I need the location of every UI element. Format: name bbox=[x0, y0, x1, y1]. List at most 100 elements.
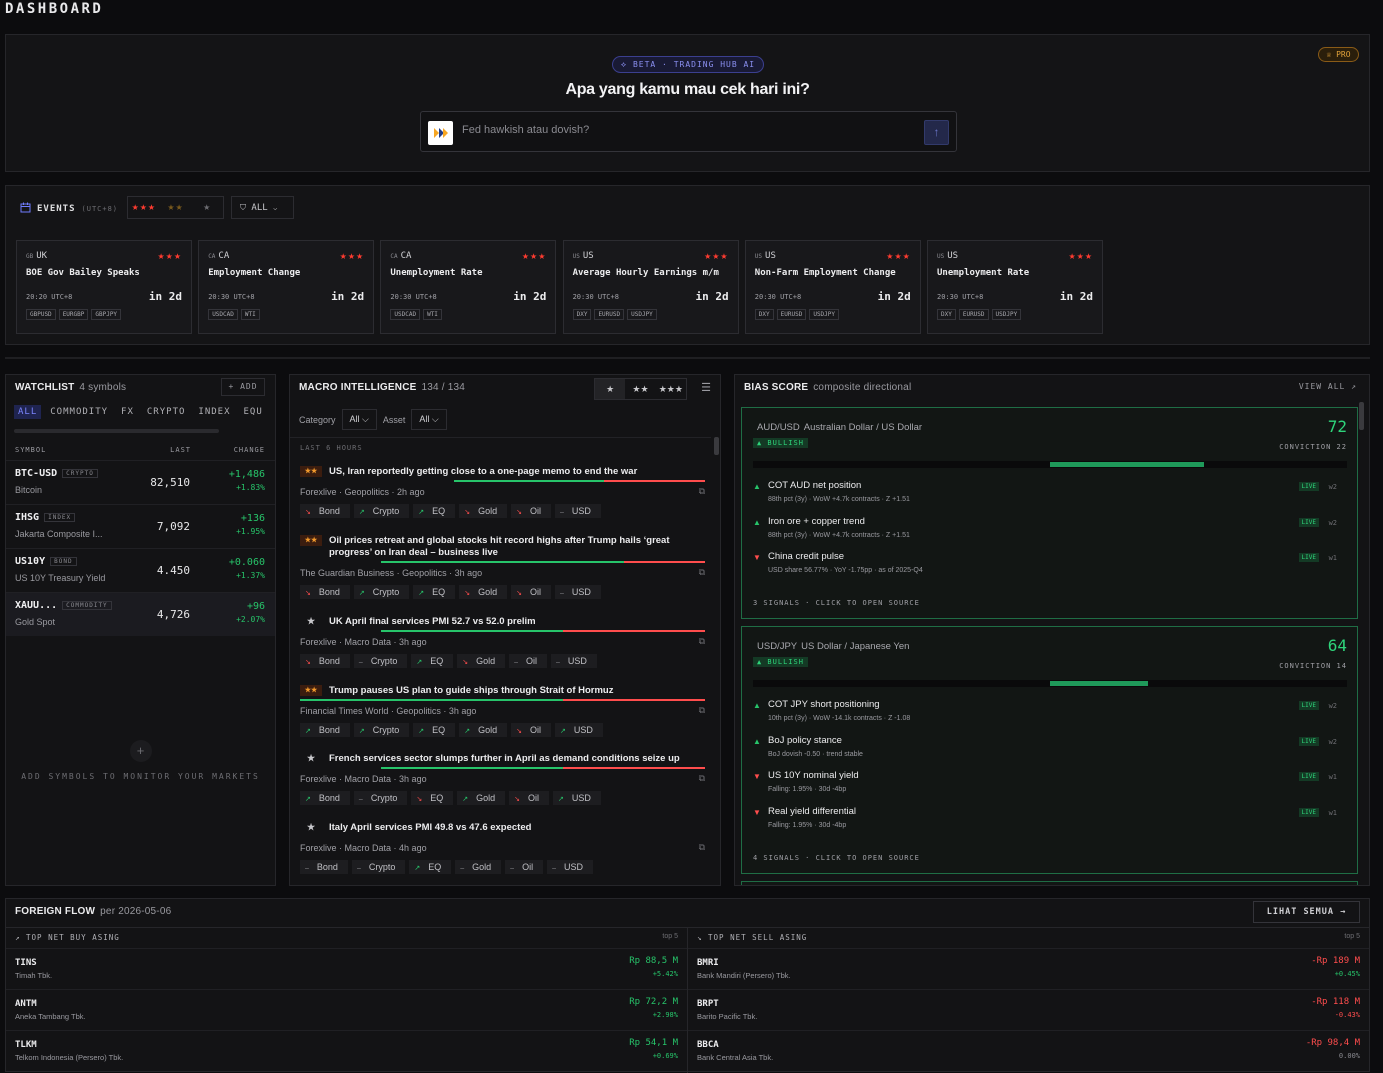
external-link-icon[interactable]: ⧉ bbox=[699, 567, 705, 578]
macro-filter-2-star[interactable]: ★★ bbox=[625, 379, 655, 399]
tab-all[interactable]: ALL bbox=[14, 405, 42, 419]
tab-crypto[interactable]: CRYPTO bbox=[143, 405, 190, 419]
event-card[interactable]: GB UK ★★★ BOE Gov Bailey Speaks 20:20 UTC+8 i… bbox=[16, 240, 192, 334]
impact-chip-crypto[interactable]: – Crypto bbox=[351, 860, 406, 874]
tab-fx[interactable]: FX bbox=[117, 405, 138, 419]
see-all-button[interactable]: LIHAT SEMUA → bbox=[1253, 901, 1360, 923]
asset-tag[interactable]: DXY bbox=[937, 309, 956, 320]
asset-dropdown[interactable]: All ⌵ bbox=[411, 409, 447, 430]
asset-tag[interactable]: EURUSD bbox=[776, 309, 807, 320]
ai-ask-box[interactable]: Fed hawkish atau dovish? ↑ bbox=[420, 111, 957, 152]
events-all-dropdown[interactable]: ⛉ ALL ⌵ bbox=[231, 196, 294, 219]
event-card[interactable]: US US ★★★ Non-Farm Employment Change 20:30 U… bbox=[744, 240, 921, 334]
impact-chip-eq[interactable]: ↗ EQ bbox=[413, 585, 456, 599]
external-link-icon[interactable]: ⧉ bbox=[699, 773, 705, 784]
macro-filter-3-star[interactable]: ★★★ bbox=[656, 379, 686, 399]
asset-tag[interactable]: USDCAD bbox=[390, 309, 421, 320]
external-link-icon[interactable]: ⧉ bbox=[699, 486, 705, 497]
external-link-icon[interactable]: ⧉ bbox=[699, 636, 705, 647]
bias-card[interactable]: AUD/USD Australian Dollar / US Dollar ▲ BU… bbox=[741, 407, 1358, 619]
asset-tag[interactable]: USDJPY bbox=[809, 309, 840, 320]
asset-tag[interactable]: GBPJPY bbox=[91, 309, 122, 320]
asset-tag[interactable]: EURUSD bbox=[958, 309, 989, 320]
impact-chip-bond[interactable]: – Bond bbox=[300, 860, 348, 874]
impact-chip-eq[interactable]: ↗ EQ bbox=[413, 504, 456, 518]
flow-row[interactable]: ANTM Aneka Tambang Tbk. Rp 72,2 M +2.98% bbox=[6, 989, 687, 1030]
event-card[interactable]: US US ★★★ Unemployment Rate 20:30 UTC+8 in 2d… bbox=[927, 240, 1103, 334]
impact-chip-gold[interactable]: ↗ Gold bbox=[459, 723, 508, 737]
tab-commodity[interactable]: COMMODITY bbox=[46, 405, 112, 419]
asset-tag[interactable]: EURUSD bbox=[594, 309, 625, 320]
impact-chip-bond[interactable]: ↘ Bond bbox=[300, 585, 350, 599]
impact-chip-usd[interactable]: ↗ USD bbox=[552, 791, 601, 805]
asset-tag[interactable]: DXY bbox=[572, 309, 592, 320]
impact-chip-oil[interactable]: ↘ Oil bbox=[509, 791, 549, 805]
asset-tag[interactable]: USDJPY bbox=[991, 309, 1022, 320]
bias-card[interactable] bbox=[741, 881, 1358, 885]
tabs-scrollbar[interactable] bbox=[14, 429, 219, 433]
impact-chip-crypto[interactable]: – Crypto bbox=[353, 791, 408, 805]
impact-chip-gold[interactable]: – Gold bbox=[455, 860, 502, 874]
event-card[interactable]: US US ★★★ Average Hourly Earnings m/m 20:30 … bbox=[562, 240, 739, 334]
external-link-icon[interactable]: ⧉ bbox=[699, 705, 705, 716]
asset-tag[interactable]: DXY bbox=[754, 309, 774, 320]
impact-chip-oil[interactable]: – Oil bbox=[509, 654, 548, 668]
filter-3-star[interactable]: ★★★ bbox=[128, 197, 160, 218]
card-footer[interactable]: 3 SIGNALS · CLICK TO OPEN SOURCE bbox=[753, 599, 920, 607]
impact-chip-gold[interactable]: ↘ Gold bbox=[459, 585, 508, 599]
event-card[interactable]: CA CA ★★★ Employment Change 20:30 UTC+8 in 2d… bbox=[198, 240, 375, 334]
category-dropdown[interactable]: All ⌵ bbox=[341, 409, 377, 430]
watchlist-row[interactable]: US10Y BOND US 10Y Treasury Yield 4.450 +0.06… bbox=[6, 548, 275, 592]
impact-chip-eq[interactable]: ↗ EQ bbox=[409, 860, 452, 874]
tab-index[interactable]: INDEX bbox=[194, 405, 234, 419]
impact-chip-crypto[interactable]: ↗ Crypto bbox=[353, 585, 410, 599]
impact-chip-oil[interactable]: – Oil bbox=[505, 860, 544, 874]
impact-chip-eq[interactable]: ↘ EQ bbox=[411, 791, 454, 805]
impact-chip-bond[interactable]: ↗ Bond bbox=[300, 723, 350, 737]
ask-input[interactable]: Fed hawkish atau dovish? bbox=[462, 124, 589, 136]
asset-tag[interactable]: WTI bbox=[240, 309, 260, 320]
news-headline[interactable]: ★ UK April final services PMI 52.7 vs 52.… bbox=[300, 616, 705, 628]
feed-scrollbar[interactable] bbox=[714, 437, 719, 455]
macro-filter-1-star[interactable]: ★ bbox=[595, 379, 626, 399]
pro-badge[interactable]: ♕ PRO bbox=[1318, 47, 1359, 62]
impact-chip-crypto[interactable]: – Crypto bbox=[353, 654, 408, 668]
impact-chip-usd[interactable]: – USD bbox=[554, 504, 601, 518]
flow-row[interactable]: BBCA Bank Central Asia Tbk. -Rp 98,4 M 0.00… bbox=[688, 1030, 1369, 1071]
card-footer[interactable]: 4 SIGNALS · CLICK TO OPEN SOURCE bbox=[753, 854, 920, 862]
impact-chip-usd[interactable]: – USD bbox=[547, 860, 593, 874]
impact-chip-eq[interactable]: ↗ EQ bbox=[413, 723, 456, 737]
impact-chip-usd[interactable]: – USD bbox=[554, 585, 601, 599]
watchlist-row[interactable]: IHSG INDEX Jakarta Composite I... 7,092 +136… bbox=[6, 504, 275, 548]
flow-row[interactable]: BRPT Barito Pacific Tbk. -Rp 118 M -0.43% bbox=[688, 989, 1369, 1030]
filter-1-star[interactable]: ★ bbox=[191, 197, 223, 218]
impact-chip-crypto[interactable]: ↗ Crypto bbox=[353, 723, 410, 737]
bias-scrollbar[interactable] bbox=[1359, 402, 1364, 430]
macro-news-feed[interactable]: LAST 6 HOURS ★★ US, Iran reportedly getti… bbox=[290, 437, 711, 885]
asset-tag[interactable]: USDCAD bbox=[208, 309, 238, 320]
impact-chip-bond[interactable]: ↘ Bond bbox=[300, 504, 350, 518]
filter-2-star[interactable]: ★★ bbox=[160, 197, 192, 218]
news-headline[interactable]: ★★ Oil prices retreat and global stocks h… bbox=[300, 535, 705, 559]
watchlist-row[interactable]: BTC-USD CRYPTO Bitcoin 82,510 +1,486 +1.83% bbox=[6, 460, 275, 504]
send-button[interactable]: ↑ bbox=[924, 120, 949, 145]
watchlist-row[interactable]: XAUU... COMMODITY Gold Spot 4,726 +96 +2.07% bbox=[6, 592, 275, 636]
impact-chip-oil[interactable]: ↘ Oil bbox=[511, 504, 551, 518]
asset-tag[interactable]: GBPUSD bbox=[26, 309, 56, 320]
bias-card[interactable]: USD/JPY US Dollar / Japanese Yen ▲ BULLISH… bbox=[741, 626, 1358, 874]
asset-tag[interactable]: WTI bbox=[423, 309, 442, 320]
add-symbol-plus-button[interactable]: + bbox=[129, 740, 152, 762]
impact-chip-eq[interactable]: ↗ EQ bbox=[411, 654, 454, 668]
impact-chip-usd[interactable]: ↗ USD bbox=[554, 723, 603, 737]
asset-tag[interactable]: EURGBP bbox=[58, 309, 89, 320]
event-card[interactable]: CA CA ★★★ Unemployment Rate 20:30 UTC+8 in 2d… bbox=[380, 240, 557, 334]
impact-chip-oil[interactable]: ↘ Oil bbox=[511, 723, 551, 737]
impact-chip-crypto[interactable]: ↗ Crypto bbox=[353, 504, 410, 518]
impact-chip-gold[interactable]: ↘ Gold bbox=[457, 654, 506, 668]
impact-chip-usd[interactable]: – USD bbox=[551, 654, 597, 668]
impact-chip-gold[interactable]: ↘ Gold bbox=[459, 504, 508, 518]
add-symbol-button[interactable]: + ADD bbox=[221, 378, 265, 396]
news-headline[interactable]: ★ Italy April services PMI 49.8 vs 47.6 e… bbox=[300, 822, 705, 834]
impact-chip-bond[interactable]: ↘ Bond bbox=[300, 654, 350, 668]
view-all-link[interactable]: VIEW ALL ↗ bbox=[1299, 382, 1357, 391]
